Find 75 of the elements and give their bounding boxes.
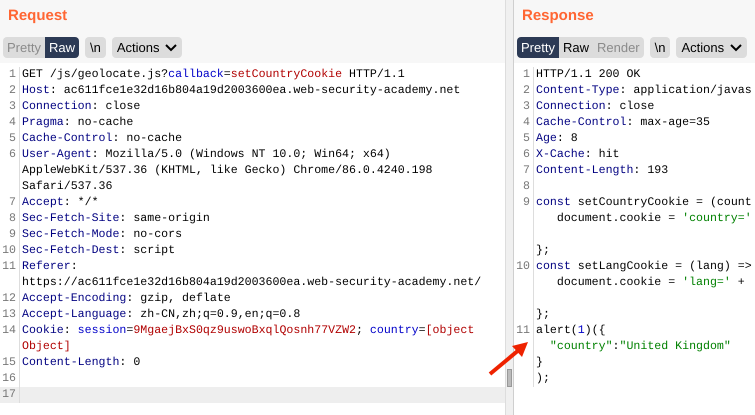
view-tab[interactable]: Raw xyxy=(44,37,79,58)
code-line: Sec-Fetch-Dest: script xyxy=(22,243,176,259)
code-line: ); xyxy=(536,371,551,387)
code-line: document.cookie = 'country=' xyxy=(556,211,752,227)
actions-button[interactable]: Actions xyxy=(112,37,182,58)
actions-button[interactable]: Actions xyxy=(676,37,748,58)
code-line: Sec-Fetch-Mode: no-cors xyxy=(22,227,182,243)
code-line: Content-Length: 193 xyxy=(536,163,668,179)
code-line: Safari/537.36 xyxy=(22,179,114,195)
code-line: Accept-Encoding: gzip, deflate xyxy=(22,291,231,307)
line-number: 5 xyxy=(0,131,20,147)
code-line: GET /js/geolocate.js?callback=setCountryCookie HTTP/1.1 xyxy=(22,67,405,83)
code-line: document.cookie = 'lang=' + xyxy=(556,275,746,291)
code-line: https://ac611fce1e32d16b804a19d2003600ea.web-security-academy.net/ xyxy=(22,275,482,291)
line-number: 2 xyxy=(0,83,20,99)
scrollbar-thumb xyxy=(507,369,512,387)
code-line: Cache-Control: max-age=35 xyxy=(536,115,710,131)
code-line: Cookie: session=9MgaejBxS0qz9uswoBxqlQosnh77VZW2; country=[object xyxy=(22,323,474,339)
code-line: const setCountryCookie = (count xyxy=(536,195,752,211)
code-line: const setLangCookie = (lang) => xyxy=(536,259,752,275)
newline-button[interactable]: \n xyxy=(84,37,106,58)
line-number: 8 xyxy=(514,179,534,195)
view-tab[interactable]: Pretty xyxy=(517,37,559,58)
code-line: Object] xyxy=(22,339,72,355)
code-line: } xyxy=(536,355,544,371)
panel-title: Response xyxy=(521,6,595,26)
line-number: 1 xyxy=(0,67,20,83)
code-line: X-Cache: hit xyxy=(536,147,620,163)
code-line: AppleWebKit/537.36 (KHTML, like Gecko) Chrome/86.0.4240.198 xyxy=(22,163,432,179)
code-line: Accept-Language: zh-CN,zh;q=0.9,en;q=0.8 xyxy=(22,307,300,323)
code-line: HTTP/1.1 200 OK xyxy=(536,67,640,83)
line-number: 7 xyxy=(514,163,534,179)
chevron-down-icon xyxy=(730,44,742,52)
code-line: Connection: close xyxy=(22,99,140,115)
line-number: 12 xyxy=(0,291,20,307)
code-line: }; xyxy=(536,243,551,259)
line-number: 4 xyxy=(514,115,534,131)
line-number: 7 xyxy=(0,195,20,211)
code-line: }; xyxy=(536,307,551,323)
line-number: 9 xyxy=(0,227,20,243)
line-number: 10 xyxy=(0,243,20,259)
code-line: User-Agent: Mozilla/5.0 (Windows NT 10.0; Win64; x64) xyxy=(22,147,392,163)
line-number: 11 xyxy=(0,259,20,291)
chevron-down-icon xyxy=(165,44,178,52)
panel-title: Request xyxy=(7,6,68,26)
line-number: 13 xyxy=(0,307,20,323)
newline-button[interactable]: \n xyxy=(650,37,670,58)
line-number: 17 xyxy=(0,387,20,403)
line-number: 5 xyxy=(514,131,534,147)
code-line: Sec-Fetch-Site: same-origin xyxy=(22,211,210,227)
code-line: Referer: xyxy=(22,259,79,275)
arrow-annotation xyxy=(488,342,528,376)
line-number: 6 xyxy=(514,147,534,163)
line-number: 10 xyxy=(514,259,534,323)
view-tab[interactable]: Raw xyxy=(558,37,593,58)
code-line: Accept: */* xyxy=(22,195,99,211)
code-line: Age: 8 xyxy=(536,131,578,147)
line-number: 4 xyxy=(0,115,20,131)
code-line: Host: ac611fce1e32d16b804a19d2003600ea.web-security-academy.net xyxy=(22,83,460,99)
code-line: Content-Type: application/javas xyxy=(536,83,752,99)
code-line: Content-Length: 0 xyxy=(22,355,140,371)
line-number: 3 xyxy=(514,99,534,115)
code-line: Pragma: no-cache xyxy=(22,115,134,131)
line-number: 8 xyxy=(0,211,20,227)
code-line: alert(1)({ xyxy=(536,323,607,339)
code-line: Cache-Control: no-cache xyxy=(22,131,182,147)
line-number: 15 xyxy=(0,355,20,371)
code-line: "country":"United Kingdom" xyxy=(548,339,731,355)
code-line: Connection: close xyxy=(536,99,654,115)
line-number: 6 xyxy=(0,147,20,195)
line-number: 2 xyxy=(514,83,534,99)
line-number: 14 xyxy=(0,323,20,355)
line-number: 9 xyxy=(514,195,534,259)
line-number: 3 xyxy=(0,99,20,115)
line-number: 1 xyxy=(514,67,534,83)
